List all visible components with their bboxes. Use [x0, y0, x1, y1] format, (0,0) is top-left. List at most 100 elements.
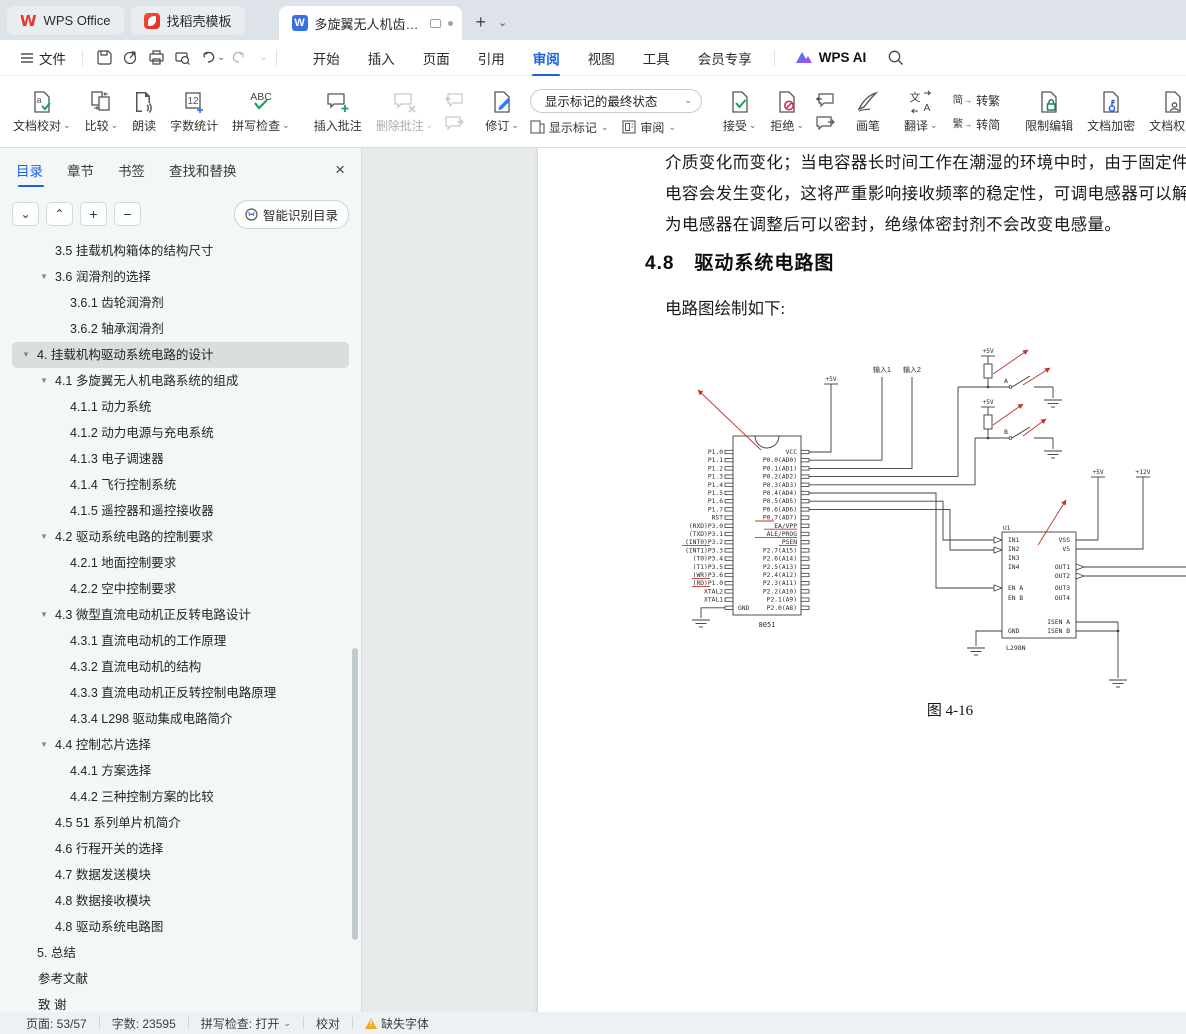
toc-item[interactable]: ▼ 4.4 控制芯片选择	[0, 732, 361, 758]
encrypt-button[interactable]: 文档加密	[1080, 79, 1142, 145]
missing-font-warning[interactable]: 缺失字体	[353, 1015, 441, 1032]
document-page[interactable]: 介质变化而变化；当电容器长时间工作在潮湿的环境中时，由于固定件和移动件的 电容会…	[538, 148, 1186, 1012]
tab-list-chevron-icon[interactable]: ⌄	[498, 16, 507, 29]
menu-tab-工具[interactable]: 工具	[629, 39, 684, 77]
print-preview-button[interactable]	[169, 46, 195, 70]
toc-item[interactable]: ▼ 4. 挂载机构驱动系统电路的设计	[0, 342, 361, 368]
sidebar-tab-find-replace[interactable]: 查找和替换	[169, 149, 237, 191]
zoom-out-button[interactable]: −	[114, 202, 141, 226]
translate-button[interactable]: 文A 翻译 ⌄	[897, 79, 945, 145]
document-canvas[interactable]: 介质变化而变化；当电容器长时间工作在潮湿的环境中时，由于固定件和移动件的 电容会…	[362, 148, 1186, 1012]
toc-item[interactable]: 4.4.1 方案选择	[0, 758, 361, 784]
markup-state-select[interactable]: 显示标记的最终状态 ⌄	[529, 88, 702, 113]
next-change-icon[interactable]	[815, 116, 835, 131]
toc-item[interactable]: 4.3.2 直流电动机的结构	[0, 654, 361, 680]
delete-comment-button[interactable]: 删除批注 ⌄	[369, 79, 441, 145]
track-changes-button[interactable]: 修订 ⌄	[478, 79, 526, 145]
toc-item[interactable]: 4.1.3 电子调速器	[0, 446, 361, 472]
spellcheck-indicator[interactable]: 拼写检查: 打开 ⌄	[189, 1015, 303, 1032]
spell-check-button[interactable]: ABC 拼写检查 ⌄	[225, 79, 297, 145]
save-button[interactable]	[91, 46, 117, 70]
toc-item[interactable]: 3.6.2 轴承润滑剂	[0, 316, 361, 342]
word-count-button[interactable]: 12 字数统计	[163, 79, 225, 145]
compare-button[interactable]: 比较 ⌄	[78, 79, 126, 145]
toc-expand-arrow-icon[interactable]: ▼	[40, 524, 48, 550]
sidebar-tab-chapters[interactable]: 章节	[67, 149, 94, 191]
read-aloud-button[interactable]: 朗读	[125, 79, 163, 145]
toc-item[interactable]: 4.2.2 空中控制要求	[0, 576, 361, 602]
toc-item[interactable]: 4.4.2 三种控制方案的比较	[0, 784, 361, 810]
toc-item[interactable]: ▼ 3.6 润滑剂的选择	[0, 264, 361, 290]
toc-item[interactable]: 4.2.1 地面控制要求	[0, 550, 361, 576]
pen-button[interactable]: 画笔	[849, 79, 887, 145]
insert-comment-button[interactable]: 插入批注	[307, 79, 369, 145]
smart-toc-button[interactable]: 智能识别目录	[233, 199, 349, 229]
menu-tab-审阅[interactable]: 审阅	[519, 39, 574, 77]
proofread-button[interactable]: 校对	[304, 1015, 352, 1032]
close-icon[interactable]: ×	[335, 160, 345, 180]
tab-docer-templates[interactable]: 找稻壳模板	[130, 6, 245, 35]
toc-item[interactable]: 4.1.5 遥控器和遥控接收器	[0, 498, 361, 524]
sidebar-tab-bookmarks[interactable]: 书签	[118, 149, 145, 191]
toc-item[interactable]: 4.8 数据接收模块	[0, 888, 361, 914]
toc-item[interactable]: 3.5 挂载机构箱体的结构尺寸	[0, 238, 361, 264]
toc-expand-arrow-icon[interactable]: ▼	[40, 264, 48, 290]
menu-tab-开始[interactable]: 开始	[299, 39, 354, 77]
page-indicator[interactable]: 页面: 53/57	[14, 1015, 99, 1032]
word-count-indicator[interactable]: 字数: 23595	[100, 1015, 188, 1032]
toc-expand-arrow-icon[interactable]: ▼	[40, 602, 48, 628]
wps-ai-button[interactable]: WPS AI	[795, 50, 866, 65]
toc-item[interactable]: 4.3.4 L298 驱动集成电路简介	[0, 706, 361, 732]
toc-item[interactable]: ▼ 4.3 微型直流电动机正反转电路设计	[0, 602, 361, 628]
to-traditional-button[interactable]: 简 → 转繁	[953, 92, 1001, 109]
toc-item[interactable]: 4.1.2 动力电源与充电系统	[0, 420, 361, 446]
show-markup-button[interactable]: 显示标记 ⌄	[530, 119, 608, 136]
toc-item[interactable]: ▼ 4.2 驱动系统电路的控制要求	[0, 524, 361, 550]
toc-item[interactable]: 致 谢	[0, 992, 361, 1012]
sidebar-tab-contents[interactable]: 目录	[16, 149, 44, 191]
toc-item[interactable]: 5. 总结	[0, 940, 361, 966]
undo-chevron-icon[interactable]: ⌄	[217, 52, 225, 63]
previous-change-icon[interactable]	[815, 93, 835, 108]
tab-preview-icon[interactable]	[429, 18, 441, 28]
export-button[interactable]	[117, 46, 143, 70]
toc-item[interactable]: 4.3.3 直流电动机正反转控制电路原理	[0, 680, 361, 706]
tab-active-document[interactable]: W 多旋翼无人机齿轮齿条式消防…	[278, 6, 462, 40]
menu-tab-插入[interactable]: 插入	[354, 39, 409, 77]
file-menu-button[interactable]: 文件	[12, 48, 74, 68]
previous-comment-icon[interactable]	[444, 93, 464, 108]
next-comment-icon[interactable]	[444, 116, 465, 131]
menu-tab-视图[interactable]: 视图	[574, 39, 629, 77]
toc-item[interactable]: 4.1.1 动力系统	[0, 394, 361, 420]
toc-item[interactable]: 4.6 行程开关的选择	[0, 836, 361, 862]
review-pane-button[interactable]: 审阅 ⌄	[622, 119, 676, 136]
toc-item[interactable]: 4.3.1 直流电动机的工作原理	[0, 628, 361, 654]
toc-item[interactable]: 4.7 数据发送模块	[0, 862, 361, 888]
permission-button[interactable]: 文档权限	[1142, 79, 1186, 145]
toc-expand-arrow-icon[interactable]: ▼	[40, 368, 48, 394]
toc-item[interactable]: ▼ 4.1 多旋翼无人机电路系统的组成	[0, 368, 361, 394]
toc-item[interactable]: 参考文献	[0, 966, 361, 992]
toc-expand-arrow-icon[interactable]: ▼	[22, 342, 30, 368]
menu-tab-会员专享[interactable]: 会员专享	[684, 39, 766, 77]
zoom-in-button[interactable]: +	[80, 202, 107, 226]
menu-tab-引用[interactable]: 引用	[464, 39, 519, 77]
toc-item[interactable]: 4.1.4 飞行控制系统	[0, 472, 361, 498]
reject-button[interactable]: 拒绝 ⌄	[763, 79, 811, 145]
expand-all-button[interactable]: ⌄	[12, 202, 39, 226]
to-simplified-button[interactable]: 繁 → 转简	[953, 116, 1001, 133]
toc-item[interactable]: 4.8 驱动系统电路图	[0, 914, 361, 940]
sidebar-scrollbar[interactable]	[352, 648, 358, 940]
doc-proofing-button[interactable]: a 文档校对 ⌄	[6, 79, 78, 145]
more-actions-chevron-icon[interactable]: ⌄	[259, 52, 267, 63]
restrict-editing-button[interactable]: 限制编辑	[1018, 79, 1080, 145]
accept-button[interactable]: 接受 ⌄	[716, 79, 764, 145]
toc-expand-arrow-icon[interactable]: ▼	[40, 732, 48, 758]
menu-tab-页面[interactable]: 页面	[409, 39, 464, 77]
tab-wps-office[interactable]: W WPS Office	[7, 6, 124, 35]
new-tab-button[interactable]: +	[476, 13, 487, 31]
redo-button[interactable]	[225, 46, 251, 70]
search-icon[interactable]	[882, 46, 908, 70]
print-button[interactable]	[143, 46, 169, 70]
toc-item[interactable]: 4.5 51 系列单片机简介	[0, 810, 361, 836]
